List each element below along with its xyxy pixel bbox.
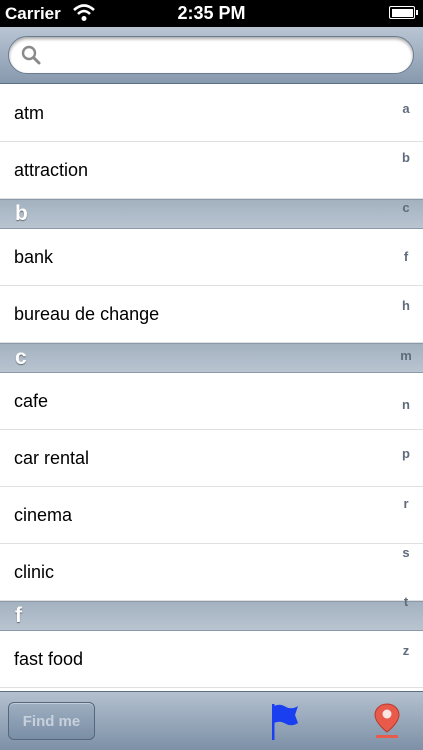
section-header: b <box>0 199 423 229</box>
list-item[interactable]: attraction <box>0 142 423 199</box>
battery-icon <box>389 6 418 19</box>
list-item-label: attraction <box>14 160 89 180</box>
list-item-label: atm <box>14 103 45 123</box>
index-letter[interactable]: b <box>389 150 423 165</box>
list-item-label: fast food <box>14 649 84 669</box>
status-bar: Carrier 2:35 PM <box>0 0 423 27</box>
category-list: atm attraction b bank bureau de change c cafe c… <box>0 85 423 691</box>
section-header: f <box>0 601 423 631</box>
search-bar <box>0 27 423 84</box>
search-icon <box>21 45 41 65</box>
flag-icon[interactable] <box>268 702 300 742</box>
find-me-button[interactable]: Find me <box>8 702 95 740</box>
index-letter[interactable]: a <box>389 101 423 116</box>
index-letter[interactable]: c <box>389 200 423 215</box>
index-letter[interactable]: f <box>389 249 423 264</box>
list-item[interactable]: car rental <box>0 430 423 487</box>
section-header: c <box>0 343 423 373</box>
section-header-label: c <box>15 346 27 369</box>
list-item[interactable]: cafe <box>0 373 423 430</box>
list-item-label: bureau de change <box>14 304 160 324</box>
index-letter[interactable]: m <box>389 348 423 363</box>
section-header-label: f <box>15 604 22 627</box>
index-letter[interactable]: n <box>389 397 423 412</box>
index-letter[interactable]: s <box>389 545 423 560</box>
section-index[interactable]: a b c f h m n p r s t z <box>389 85 423 691</box>
list-item-label: bank <box>14 247 54 267</box>
index-letter[interactable]: t <box>389 594 423 609</box>
index-letter[interactable]: r <box>389 496 423 511</box>
bottom-toolbar: Find me <box>0 691 423 750</box>
list-item[interactable]: clinic <box>0 544 423 601</box>
list-item[interactable]: atm <box>0 85 423 142</box>
list-item-label: car rental <box>14 448 90 468</box>
index-letter[interactable]: z <box>389 643 423 658</box>
index-letter[interactable]: p <box>389 446 423 461</box>
list-item-label: clinic <box>14 562 55 582</box>
section-header-label: b <box>15 202 28 225</box>
list-item[interactable]: bureau de change <box>0 286 423 343</box>
search-field[interactable] <box>8 36 414 74</box>
map-pin-icon[interactable] <box>372 702 402 742</box>
list-item[interactable]: fast food <box>0 631 423 688</box>
list-item[interactable]: cinema <box>0 487 423 544</box>
search-input[interactable] <box>49 41 403 71</box>
list-item-label: cafe <box>14 391 49 411</box>
list-item[interactable]: bank <box>0 229 423 286</box>
index-letter[interactable]: h <box>389 298 423 313</box>
list-item-label: cinema <box>14 505 73 525</box>
status-time: 2:35 PM <box>177 3 246 23</box>
